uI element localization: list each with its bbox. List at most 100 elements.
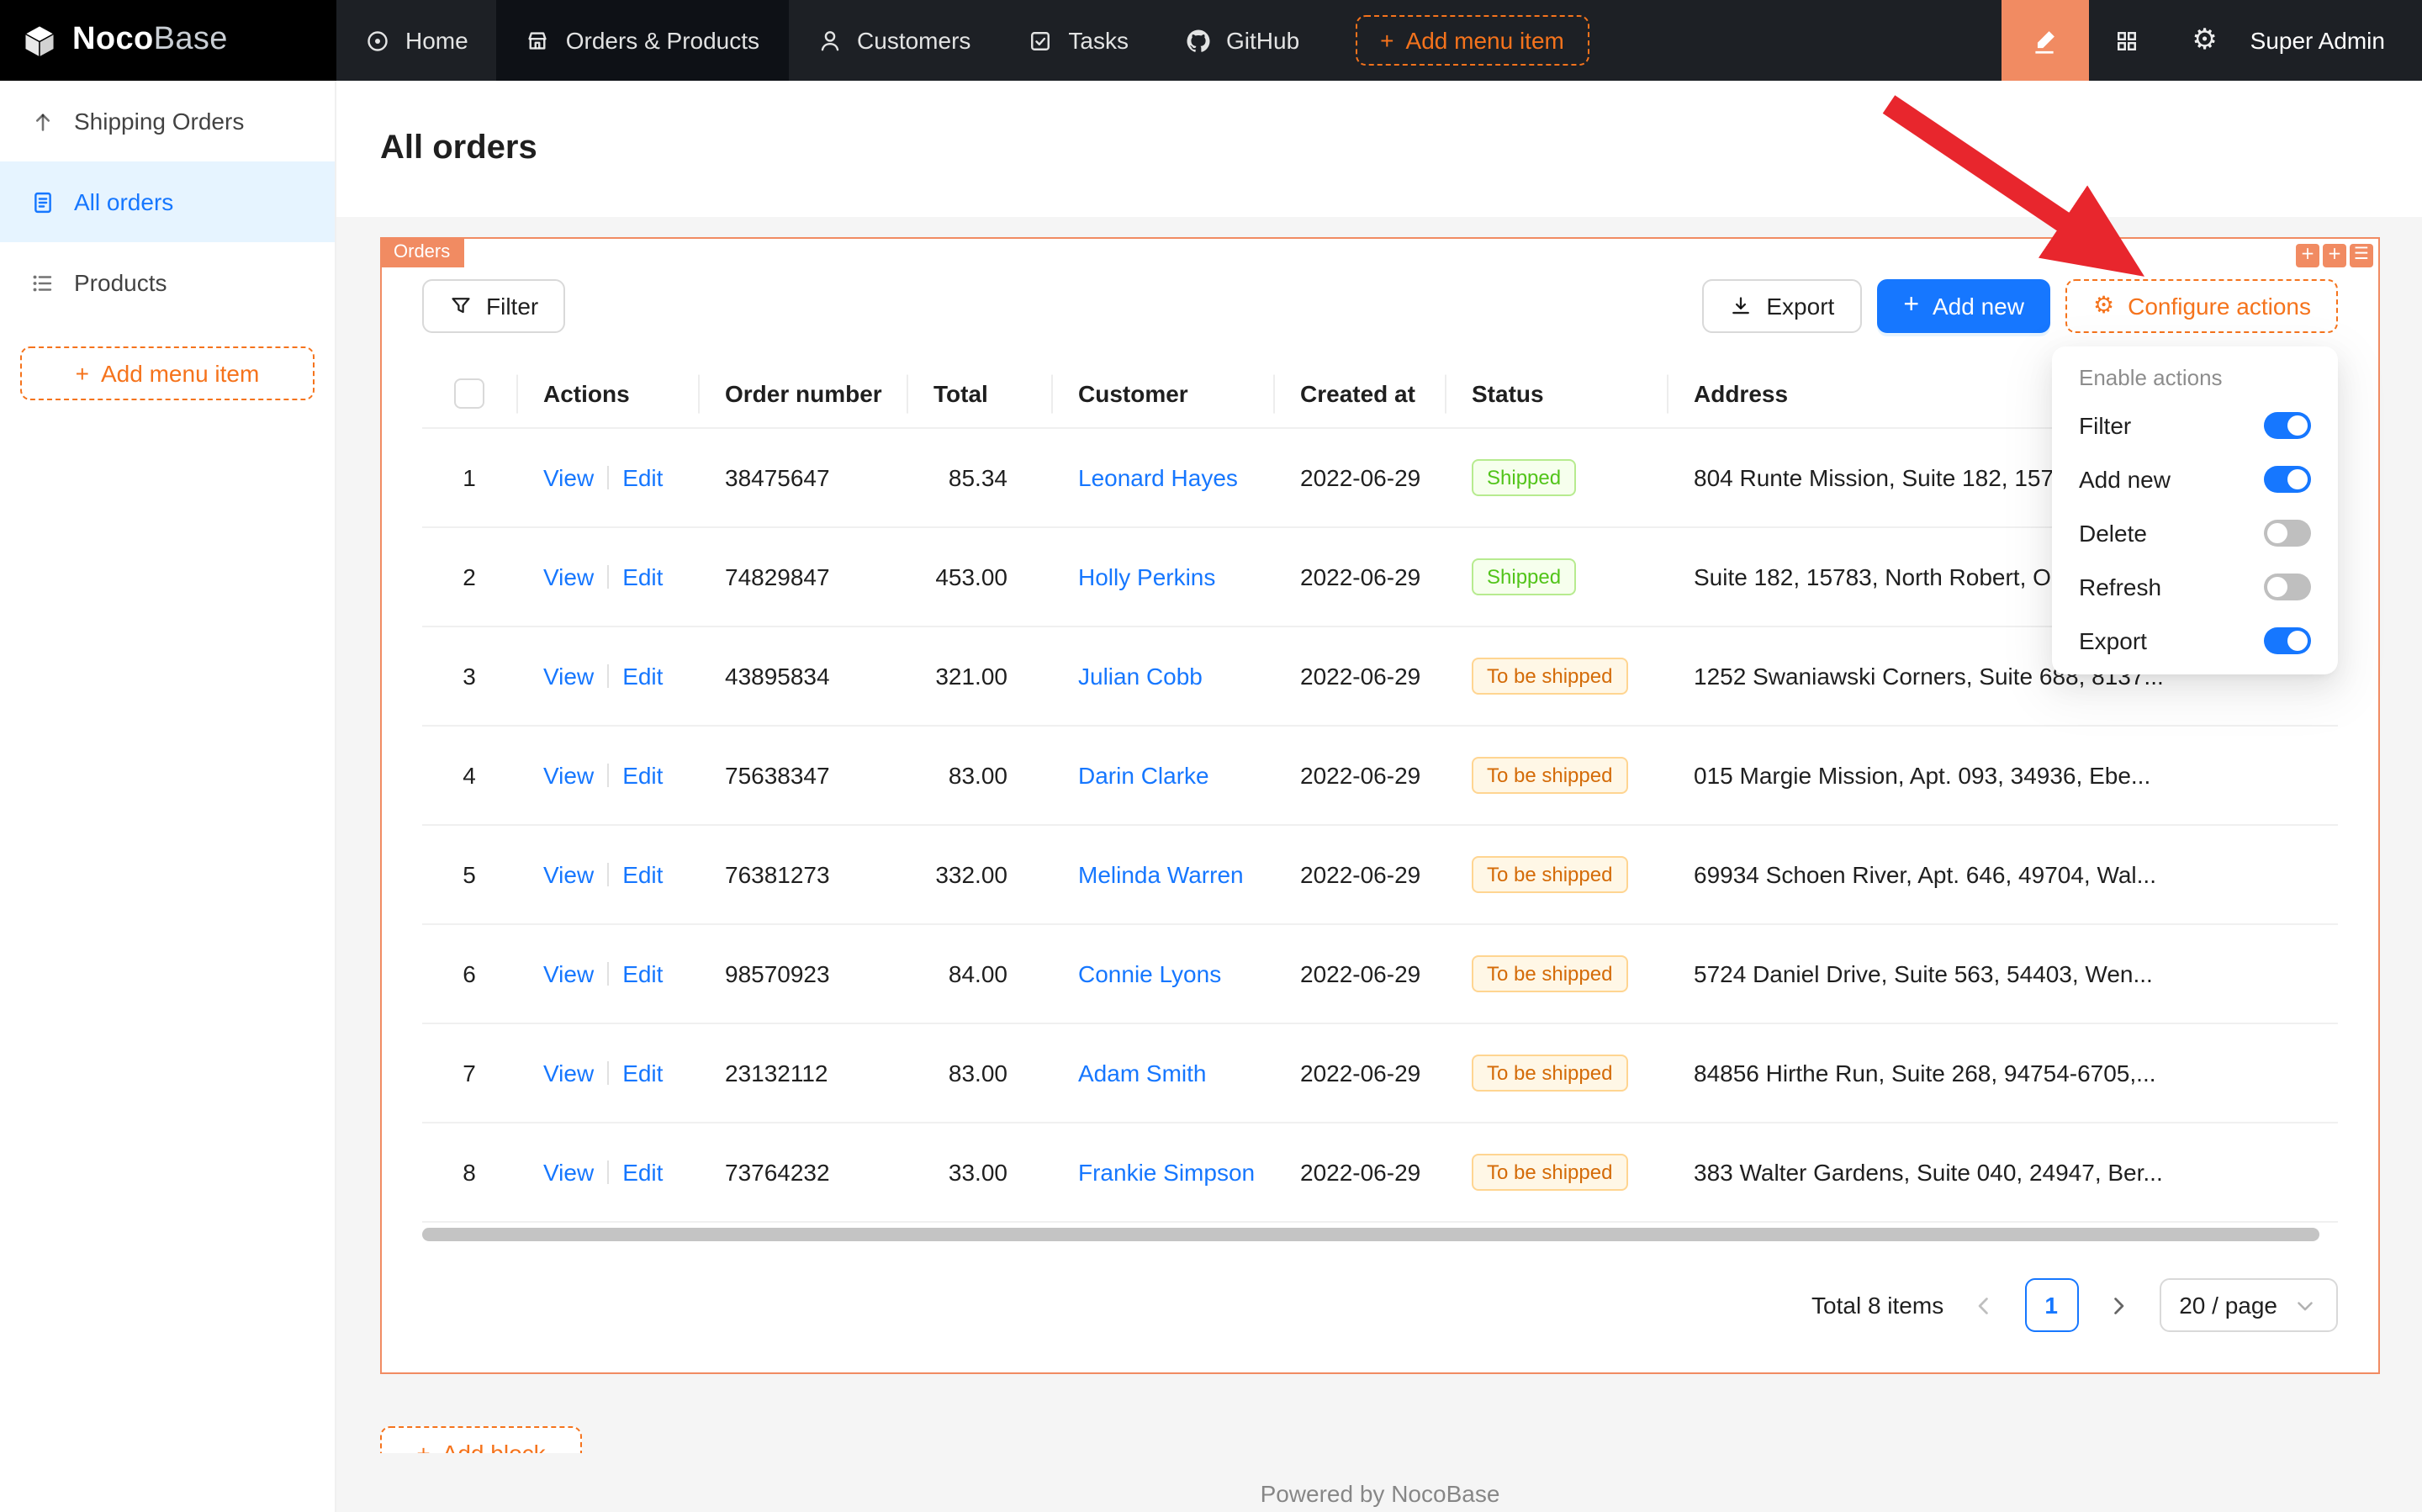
row-actions: View Edit bbox=[516, 727, 698, 826]
toggle-refresh[interactable] bbox=[2264, 574, 2311, 600]
status-cell: To be shipped bbox=[1445, 1123, 1667, 1223]
status-cell: Shipped bbox=[1445, 528, 1667, 627]
user-menu[interactable]: Super Admin bbox=[2244, 27, 2422, 54]
settings-button[interactable]: ⚙ bbox=[2166, 0, 2244, 81]
ui-editor-button[interactable] bbox=[2002, 0, 2089, 81]
customer-link[interactable]: Connie Lyons bbox=[1078, 961, 1221, 988]
sidebar-item-all-orders[interactable]: All orders bbox=[0, 161, 335, 242]
row-actions: View Edit bbox=[516, 429, 698, 528]
menu-icon[interactable]: ☰ bbox=[2350, 244, 2373, 267]
nav-item-tasks[interactable]: Tasks bbox=[999, 0, 1157, 81]
table-row[interactable]: 8ViewEdit7376423233.00Frankie Simpson202… bbox=[422, 1123, 2338, 1223]
edit-link[interactable]: Edit bbox=[622, 763, 663, 790]
customer-link[interactable]: Adam Smith bbox=[1078, 1060, 1207, 1087]
column-header-customer: Customer bbox=[1051, 360, 1273, 429]
enable-action-refresh[interactable]: Refresh bbox=[2059, 560, 2331, 614]
pagination-next-button[interactable] bbox=[2091, 1279, 2145, 1333]
edit-link[interactable]: Edit bbox=[622, 663, 663, 690]
table-row[interactable]: 7ViewEdit2313211283.00Adam Smith2022-06-… bbox=[422, 1024, 2338, 1123]
row-index: 1 bbox=[422, 429, 516, 528]
view-link[interactable]: View bbox=[543, 1060, 594, 1087]
select-all-checkbox[interactable] bbox=[454, 379, 484, 410]
configure-actions-button[interactable]: ⚙ Configure actions bbox=[2066, 279, 2338, 333]
view-link[interactable]: View bbox=[543, 465, 594, 492]
customer-link[interactable]: Darin Clarke bbox=[1078, 763, 1209, 790]
enable-actions-title: Enable actions bbox=[2059, 353, 2331, 399]
enable-action-filter[interactable]: Filter bbox=[2059, 399, 2331, 452]
table-row[interactable]: 6ViewEdit9857092384.00Connie Lyons2022-0… bbox=[422, 925, 2338, 1024]
view-link[interactable]: View bbox=[543, 663, 594, 690]
customer-cell: Adam Smith bbox=[1051, 1024, 1273, 1123]
address-cell: 383 Walter Gardens, Suite 040, 24947, Be… bbox=[1667, 1123, 2338, 1223]
plus-square-icon[interactable]: + bbox=[2296, 244, 2319, 267]
customer-link[interactable]: Holly Perkins bbox=[1078, 564, 1215, 591]
edit-link[interactable]: Edit bbox=[622, 1060, 663, 1087]
gear-icon: ⚙ bbox=[2093, 294, 2114, 318]
row-index: 2 bbox=[422, 528, 516, 627]
enable-action-delete[interactable]: Delete bbox=[2059, 506, 2331, 560]
chevron-right-icon bbox=[2106, 1293, 2131, 1319]
total-cell: 33.00 bbox=[907, 1123, 1051, 1223]
table-row[interactable]: 4ViewEdit7563834783.00Darin Clarke2022-0… bbox=[422, 727, 2338, 826]
view-link[interactable]: View bbox=[543, 564, 594, 591]
divider bbox=[607, 1161, 609, 1185]
table-row[interactable]: 3ViewEdit43895834321.00Julian Cobb2022-0… bbox=[422, 627, 2338, 727]
app-logo[interactable]: NocoBase bbox=[0, 0, 336, 81]
column-header-total: Total bbox=[907, 360, 1051, 429]
list-icon bbox=[30, 270, 56, 295]
orders-table: ActionsOrder numberTotalCustomerCreated … bbox=[422, 360, 2338, 1224]
customer-cell: Darin Clarke bbox=[1051, 727, 1273, 826]
horizontal-scrollbar[interactable] bbox=[422, 1229, 2338, 1242]
scrollbar-thumb[interactable] bbox=[422, 1229, 2319, 1242]
nav-item-customers[interactable]: Customers bbox=[788, 0, 999, 81]
customer-link[interactable]: Frankie Simpson bbox=[1078, 1160, 1255, 1187]
table-row[interactable]: 1ViewEdit3847564785.34Leonard Hayes2022-… bbox=[422, 429, 2338, 528]
filter-icon bbox=[449, 294, 473, 318]
edit-link[interactable]: Edit bbox=[622, 961, 663, 988]
navbar-add-menu-item-button[interactable]: + Add menu item bbox=[1355, 15, 1589, 66]
edit-link[interactable]: Edit bbox=[622, 1160, 663, 1187]
pagination-prev-button[interactable] bbox=[1957, 1279, 2011, 1333]
toggle-export[interactable] bbox=[2264, 627, 2311, 654]
page-title: All orders bbox=[380, 130, 537, 168]
edit-link[interactable]: Edit bbox=[622, 465, 663, 492]
status-cell: To be shipped bbox=[1445, 925, 1667, 1024]
toggle-delete[interactable] bbox=[2264, 520, 2311, 547]
filter-button[interactable]: Filter bbox=[422, 279, 565, 333]
customer-cell: Julian Cobb bbox=[1051, 627, 1273, 727]
add-block-button[interactable]: + Add block bbox=[380, 1427, 582, 1454]
customer-link[interactable]: Julian Cobb bbox=[1078, 663, 1203, 690]
table-row[interactable]: 2ViewEdit74829847453.00Holly Perkins2022… bbox=[422, 528, 2338, 627]
toggle-add-new[interactable] bbox=[2264, 466, 2311, 493]
total-cell: 85.34 bbox=[907, 429, 1051, 528]
plus-square-icon[interactable]: + bbox=[2323, 244, 2346, 267]
pagination-page-button[interactable]: 1 bbox=[2024, 1279, 2078, 1333]
main-nav: HomeOrders & ProductsCustomersTasksGitHu… bbox=[336, 0, 1328, 81]
divider bbox=[607, 1062, 609, 1086]
row-actions: View Edit bbox=[516, 528, 698, 627]
toggle-filter[interactable] bbox=[2264, 412, 2311, 439]
add-new-button[interactable]: + Add new bbox=[1876, 279, 2051, 333]
export-button[interactable]: Export bbox=[1702, 279, 1861, 333]
enable-action-add-new[interactable]: Add new bbox=[2059, 452, 2331, 506]
sidebar-add-menu-item-button[interactable]: + Add menu item bbox=[20, 346, 315, 400]
customer-link[interactable]: Melinda Warren bbox=[1078, 862, 1244, 889]
row-actions: View Edit bbox=[516, 1123, 698, 1223]
edit-link[interactable]: Edit bbox=[622, 862, 663, 889]
view-link[interactable]: View bbox=[543, 1160, 594, 1187]
view-link[interactable]: View bbox=[543, 862, 594, 889]
sidebar-item-shipping-orders[interactable]: Shipping Orders bbox=[0, 81, 335, 161]
view-link[interactable]: View bbox=[543, 763, 594, 790]
nav-item-home[interactable]: Home bbox=[336, 0, 497, 81]
customer-link[interactable]: Leonard Hayes bbox=[1078, 465, 1238, 492]
nav-item-orders-products[interactable]: Orders & Products bbox=[497, 0, 788, 81]
view-link[interactable]: View bbox=[543, 961, 594, 988]
plugin-manager-button[interactable] bbox=[2089, 0, 2166, 81]
column-header-actions: Actions bbox=[516, 360, 698, 429]
edit-link[interactable]: Edit bbox=[622, 564, 663, 591]
enable-action-export[interactable]: Export bbox=[2059, 614, 2331, 668]
page-size-select[interactable]: 20 / page bbox=[2159, 1279, 2338, 1333]
sidebar-item-products[interactable]: Products bbox=[0, 242, 335, 323]
nav-item-github[interactable]: GitHub bbox=[1157, 0, 1328, 81]
table-row[interactable]: 5ViewEdit76381273332.00Melinda Warren202… bbox=[422, 826, 2338, 925]
